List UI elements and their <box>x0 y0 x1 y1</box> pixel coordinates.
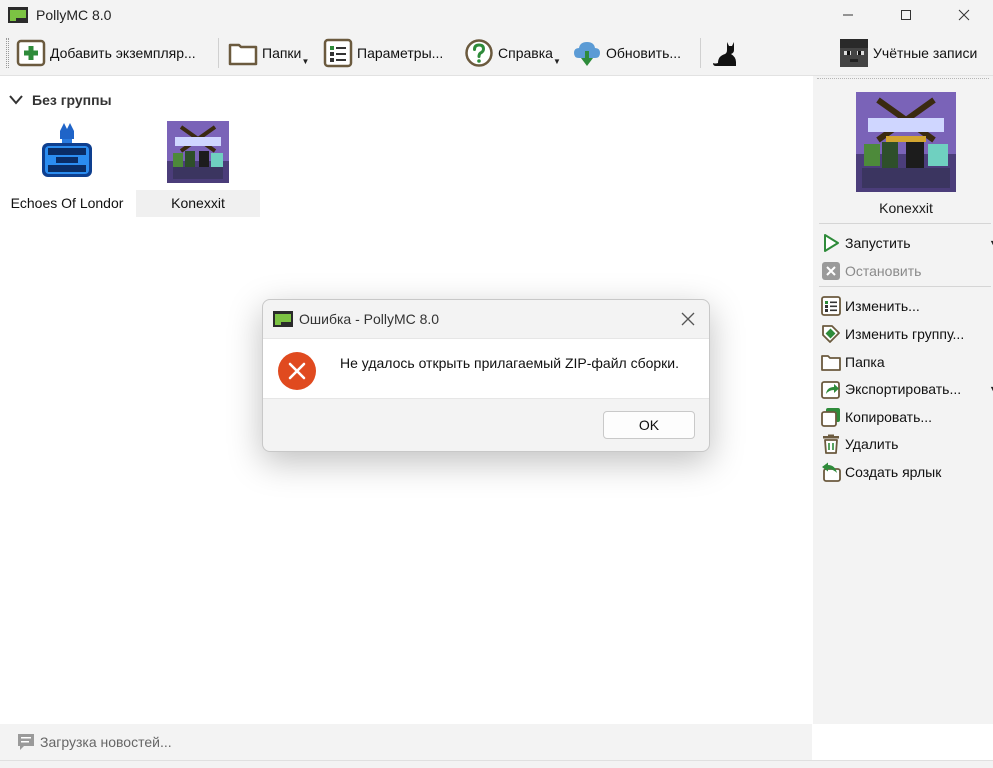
konexxit-thumbnail <box>167 121 229 183</box>
add-instance-icon <box>16 39 46 67</box>
pollymc-logo-icon <box>273 311 293 327</box>
panel-divider <box>819 286 991 287</box>
launch-dropdown-arrow-icon[interactable]: ▼ <box>989 238 993 248</box>
window-title: PollyMC 8.0 <box>36 7 112 23</box>
folders-label: Папки <box>262 45 302 61</box>
folders-dropdown-arrow-icon: ▼ <box>301 57 310 66</box>
edit-instance-button[interactable]: Изменить... <box>821 294 920 318</box>
group-header[interactable]: Без группы <box>8 92 112 108</box>
folder-icon <box>228 43 258 66</box>
accounts-label: Учётные записи <box>873 45 978 61</box>
maximize-icon <box>901 10 911 20</box>
instance-tile-konexxit[interactable]: Konexxit <box>136 121 260 217</box>
toolbar-grip[interactable] <box>6 38 9 68</box>
toolbar-separator <box>218 38 219 68</box>
export-button[interactable]: Экспортировать... ▼ <box>821 377 993 401</box>
open-folder-button[interactable]: Папка <box>821 350 885 374</box>
help-question-icon <box>465 39 493 67</box>
close-button[interactable] <box>935 0 993 30</box>
edit-instance-label: Изменить... <box>845 298 920 314</box>
instance-side-panel: Konexxit Запустить ▼ Остановить Изменить… <box>813 76 993 724</box>
group-name: Без группы <box>32 92 112 108</box>
error-dialog: Ошибка - PollyMC 8.0 Не удалось открыть … <box>262 299 710 452</box>
window-controls <box>819 0 993 30</box>
black-cat-icon <box>713 42 736 66</box>
launch-button[interactable]: Запустить ▼ <box>821 231 993 255</box>
error-message: Не удалось открыть прилагаемый ZIP-файл … <box>340 355 679 371</box>
copy-instance-button[interactable]: Копировать... <box>821 405 932 429</box>
maximize-button[interactable] <box>877 0 935 30</box>
dialog-body: Не удалось открыть прилагаемый ZIP-файл … <box>263 338 709 399</box>
change-group-label: Изменить группу... <box>845 326 965 342</box>
echoes-of-londor-thumbnail <box>42 123 92 177</box>
chevron-down-icon <box>9 95 23 105</box>
shortcut-arrow-icon <box>822 462 841 482</box>
settings-list-icon <box>323 38 353 68</box>
instance-name: Echoes Of Londor <box>10 195 124 211</box>
accounts-button[interactable]: Учётные записи <box>839 36 977 70</box>
create-shortcut-label: Создать ярлык <box>845 464 942 480</box>
cat-button[interactable] <box>710 36 740 70</box>
delete-instance-label: Удалить <box>845 436 899 452</box>
ok-button[interactable]: OK <box>603 411 695 439</box>
cloud-update-icon <box>574 42 600 66</box>
create-shortcut-button[interactable]: Создать ярлык <box>821 460 941 484</box>
export-dropdown-arrow-icon[interactable]: ▼ <box>989 384 993 394</box>
edit-list-icon <box>821 296 841 316</box>
dialog-close-icon[interactable] <box>679 310 697 328</box>
help-label: Справка <box>498 45 553 61</box>
error-icon <box>278 352 316 390</box>
bottom-status-strip <box>0 760 993 768</box>
title-bar: PollyMC 8.0 <box>0 0 993 30</box>
main-toolbar: Добавить экземпляр... Папки ▼ Параметры.… <box>0 30 993 76</box>
stop-label: Остановить <box>845 263 922 279</box>
news-status-bar[interactable]: Загрузка новостей... <box>0 724 812 760</box>
panel-divider <box>819 223 991 224</box>
export-label: Экспортировать... <box>845 381 962 397</box>
delete-instance-button[interactable]: Удалить <box>821 432 898 456</box>
instance-tile-echoes-of-londor[interactable]: Echoes Of Londor <box>5 121 129 217</box>
dialog-title-bar: Ошибка - PollyMC 8.0 <box>263 300 709 338</box>
instance-name: Konexxit <box>136 190 260 217</box>
open-folder-label: Папка <box>845 354 885 370</box>
update-button[interactable]: Обновить... <box>572 36 681 70</box>
settings-button[interactable]: Параметры... <box>323 36 443 70</box>
pollymc-logo-icon <box>8 7 28 23</box>
help-button[interactable]: Справка ▼ <box>464 36 561 70</box>
minimize-icon <box>843 14 853 16</box>
dialog-title: Ошибка - PollyMC 8.0 <box>299 311 440 327</box>
selected-instance-preview[interactable] <box>856 92 956 192</box>
launch-label: Запустить <box>845 235 911 251</box>
news-status-text: Загрузка новостей... <box>40 734 172 750</box>
account-avatar-icon <box>840 39 868 67</box>
change-group-button[interactable]: Изменить группу... <box>821 322 964 346</box>
close-icon <box>958 9 970 21</box>
tag-icon <box>822 325 840 343</box>
toolbar-separator <box>700 38 701 68</box>
add-instance-label: Добавить экземпляр... <box>50 45 196 61</box>
play-icon <box>824 234 839 252</box>
folders-button[interactable]: Папки ▼ <box>228 36 309 70</box>
selected-instance-name: Konexxit <box>879 200 933 216</box>
settings-label: Параметры... <box>357 45 444 61</box>
copy-instance-label: Копировать... <box>845 409 933 425</box>
speech-bubble-icon <box>18 734 34 750</box>
stop-button[interactable]: Остановить <box>821 259 921 283</box>
folder-icon <box>821 355 841 371</box>
minimize-button[interactable] <box>819 0 877 30</box>
add-instance-button[interactable]: Добавить экземпляр... <box>16 36 196 70</box>
panel-grip <box>817 78 989 79</box>
help-dropdown-arrow-icon: ▼ <box>553 57 561 66</box>
stop-icon <box>822 262 840 280</box>
trash-icon <box>823 434 839 454</box>
update-label: Обновить... <box>606 45 682 61</box>
copy-icon <box>821 408 840 427</box>
export-icon <box>821 381 840 399</box>
